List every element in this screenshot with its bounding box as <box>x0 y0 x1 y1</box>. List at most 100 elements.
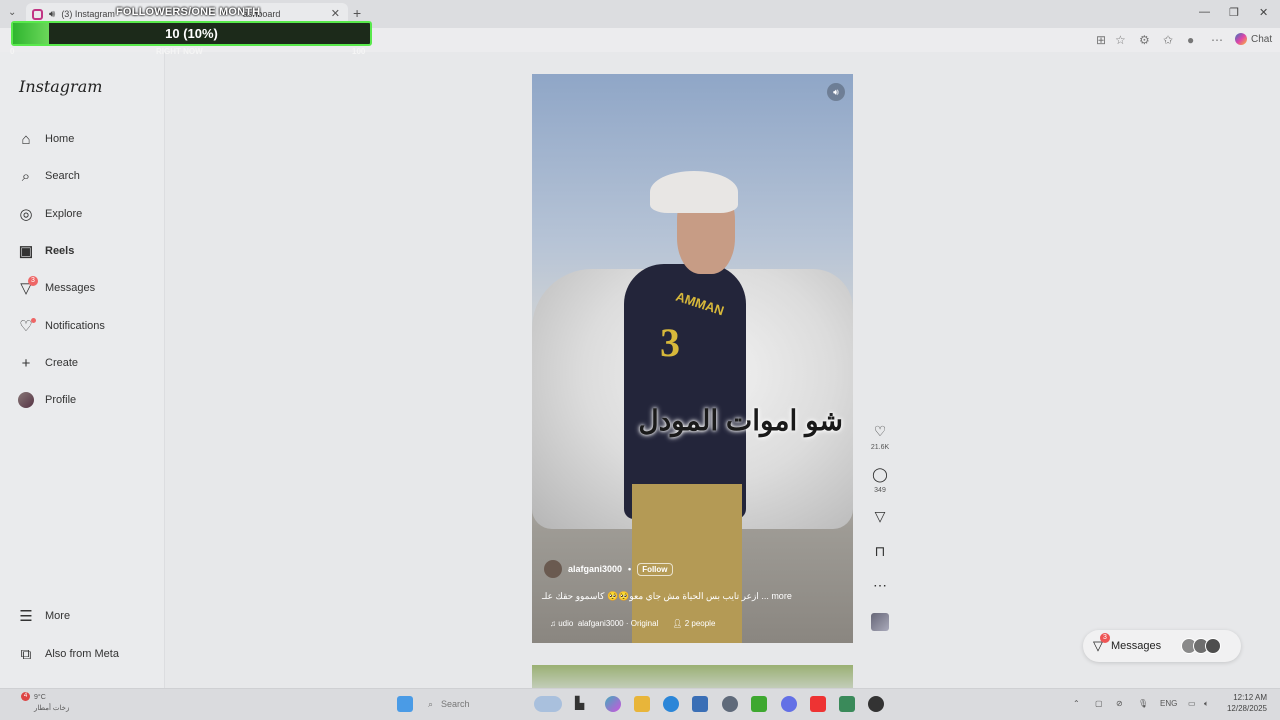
reel-caption-overlay: شو اموات المودل <box>638 405 843 436</box>
separator-dot: • <box>628 564 632 574</box>
task-view-icon[interactable]: ▙ <box>575 696 591 712</box>
close-tab-icon[interactable]: ✕ <box>331 7 340 20</box>
plus-icon: + <box>21 354 31 372</box>
video-scene-cap <box>650 171 738 213</box>
microphone-icon[interactable]: 🎙︎ <box>1138 699 1148 708</box>
taskbar-search-placeholder: Search <box>441 699 470 709</box>
heart-icon: ♡ <box>17 317 36 335</box>
audio-thumbnail[interactable] <box>871 613 889 631</box>
tagged-people[interactable]: 👤︎ 2 people <box>672 619 715 628</box>
display-icon[interactable]: ▭ <box>1188 699 1196 708</box>
tray-chevron-icon[interactable]: ⌃ <box>1073 699 1080 708</box>
favorite-star-icon[interactable]: ☆ <box>1115 33 1126 47</box>
tray-app-icon[interactable]: ▢ <box>1095 699 1103 708</box>
messages-badge: 3 <box>28 276 38 286</box>
chrome-icon[interactable] <box>722 696 738 712</box>
messenger-icon: ▽ 3 <box>17 276 38 297</box>
youtube-icon[interactable] <box>810 696 826 712</box>
mute-icon[interactable]: 🔊︎ <box>827 83 845 101</box>
sidebar-item-label: Profile <box>45 394 77 406</box>
taskbar-search[interactable]: ⌕ Search <box>420 694 530 714</box>
search-icon: ⌕ <box>21 167 31 185</box>
sidebar-item-search[interactable]: ⌕ Search <box>17 165 157 187</box>
weather-text[interactable]: زخات أمطار <box>34 704 69 712</box>
start-windows-icon[interactable] <box>397 696 413 712</box>
more-options-icon[interactable]: ⋯ <box>870 577 890 594</box>
sidebar-item-notifications[interactable]: ♡ Notifications <box>17 315 157 337</box>
system-clock[interactable]: 12:12 AM 12/28/2025 <box>1205 692 1267 714</box>
copilot-chat-button[interactable]: Chat <box>1235 33 1272 45</box>
reel-video[interactable]: AMMAN 3 شو اموات المودل 🔊︎ alafgani3000 … <box>532 74 853 643</box>
sidebar-item-create[interactable]: + Create <box>17 352 157 374</box>
like-count: 21.6K <box>870 444 890 451</box>
sidebar-item-label: Also from Meta <box>45 648 119 660</box>
copilot-icon[interactable] <box>605 696 621 712</box>
avatar <box>1205 638 1222 654</box>
new-tab-button[interactable]: + <box>353 5 361 21</box>
comment-count: 349 <box>874 487 886 494</box>
reel-audio-row[interactable]: ♫ udio alafgani3000 · Original 👤︎ 2 peop… <box>550 619 715 628</box>
discord-icon[interactable] <box>781 696 797 712</box>
share-icon[interactable]: ▽ <box>870 508 890 525</box>
profile-icon[interactable]: ● <box>1187 33 1194 47</box>
audio-prefix: udio <box>558 619 574 628</box>
progress-max-label: 100 <box>352 47 366 56</box>
like-heart-icon[interactable]: ♡ <box>870 423 890 440</box>
favorites-icon[interactable]: ✩ <box>1163 33 1173 47</box>
sidebar-item-label: Notifications <box>45 320 105 332</box>
follow-button[interactable]: Follow <box>637 562 673 576</box>
speaker-icon[interactable]: 🔊︎ <box>49 9 55 20</box>
instagram-logo[interactable]: Instagram <box>19 77 102 96</box>
sidebar-item-explore[interactable]: ◎ Explore <box>17 203 157 225</box>
author-avatar[interactable] <box>544 560 562 578</box>
sidebar-item-reels[interactable]: ▣ Reels <box>17 240 157 262</box>
file-explorer-icon[interactable] <box>634 696 650 712</box>
messages-pill-badge: 3 <box>1100 633 1110 643</box>
sidebar-item-label: Create <box>45 357 79 369</box>
edge-browser-icon[interactable] <box>663 696 679 712</box>
sidebar-item-label: More <box>45 610 71 622</box>
compass-icon: ◎ <box>19 206 33 223</box>
app-available-icon[interactable]: ⊞ <box>1096 33 1106 47</box>
messenger-icon: ▽ 3 <box>1093 633 1110 654</box>
minimize-icon[interactable]: — <box>1199 6 1210 18</box>
extensions-icon[interactable]: ⚙ <box>1139 33 1150 47</box>
sidebar-item-more[interactable]: ☰ More <box>17 605 157 627</box>
author-username[interactable]: alafgani3000 <box>568 564 622 574</box>
copilot-icon <box>1235 33 1247 45</box>
chat-label: Chat <box>1251 33 1273 45</box>
kick-app-icon[interactable] <box>751 696 767 712</box>
sidebar-item-label: Messages <box>45 282 96 294</box>
avatar-icon <box>18 392 34 408</box>
weather-temp[interactable]: 9°C <box>34 694 46 701</box>
message-avatars <box>1181 638 1222 654</box>
app-icon[interactable] <box>839 696 855 712</box>
sidebar-item-label: Home <box>45 133 75 145</box>
progress-mid-label: RIGHT NOW <box>156 47 203 56</box>
sidebar-item-profile[interactable]: Profile <box>17 389 157 411</box>
more-options-icon[interactable]: ⋯ <box>1211 33 1223 47</box>
sidebar-item-also-from-meta[interactable]: ⧉ Also from Meta <box>17 643 157 665</box>
reel-author[interactable]: alafgani3000 • Follow <box>544 560 673 578</box>
sidebar-item-home[interactable]: ⌂ Home <box>17 128 157 150</box>
next-reel-preview[interactable] <box>532 665 853 690</box>
restore-icon[interactable]: ❐ <box>1229 6 1239 19</box>
sidebar-item-messages[interactable]: ▽ 3 Messages <box>17 276 157 299</box>
comment-icon[interactable]: ◯ <box>870 466 890 483</box>
obs-icon[interactable] <box>868 696 884 712</box>
weather-badge: 4 <box>21 692 30 701</box>
messages-pill[interactable]: ▽ 3 Messages <box>1083 630 1241 662</box>
bookmark-icon[interactable]: ⊓ <box>870 543 890 560</box>
language-indicator[interactable]: ENG <box>1160 699 1177 708</box>
sidebar-item-label: Reels <box>45 245 75 257</box>
close-window-icon[interactable]: ✕ <box>1259 6 1268 19</box>
reel-description[interactable]: ازعر تايب بس الحياة مش جاي معو🥺🥺 كاسموو … <box>542 591 842 602</box>
messages-pill-label: Messages <box>1111 640 1162 652</box>
store-icon[interactable] <box>692 696 708 712</box>
widgets-icon[interactable] <box>534 696 562 712</box>
audio-info[interactable]: ♫ udio alafgani3000 · Original <box>550 619 658 628</box>
sidebar-item-label: Explore <box>45 208 83 220</box>
tray-network-icon[interactable]: ⊘ <box>1116 699 1123 708</box>
tab-actions-chevron-icon[interactable]: ⌄ <box>8 7 16 18</box>
sidebar-item-label: Search <box>45 170 80 182</box>
